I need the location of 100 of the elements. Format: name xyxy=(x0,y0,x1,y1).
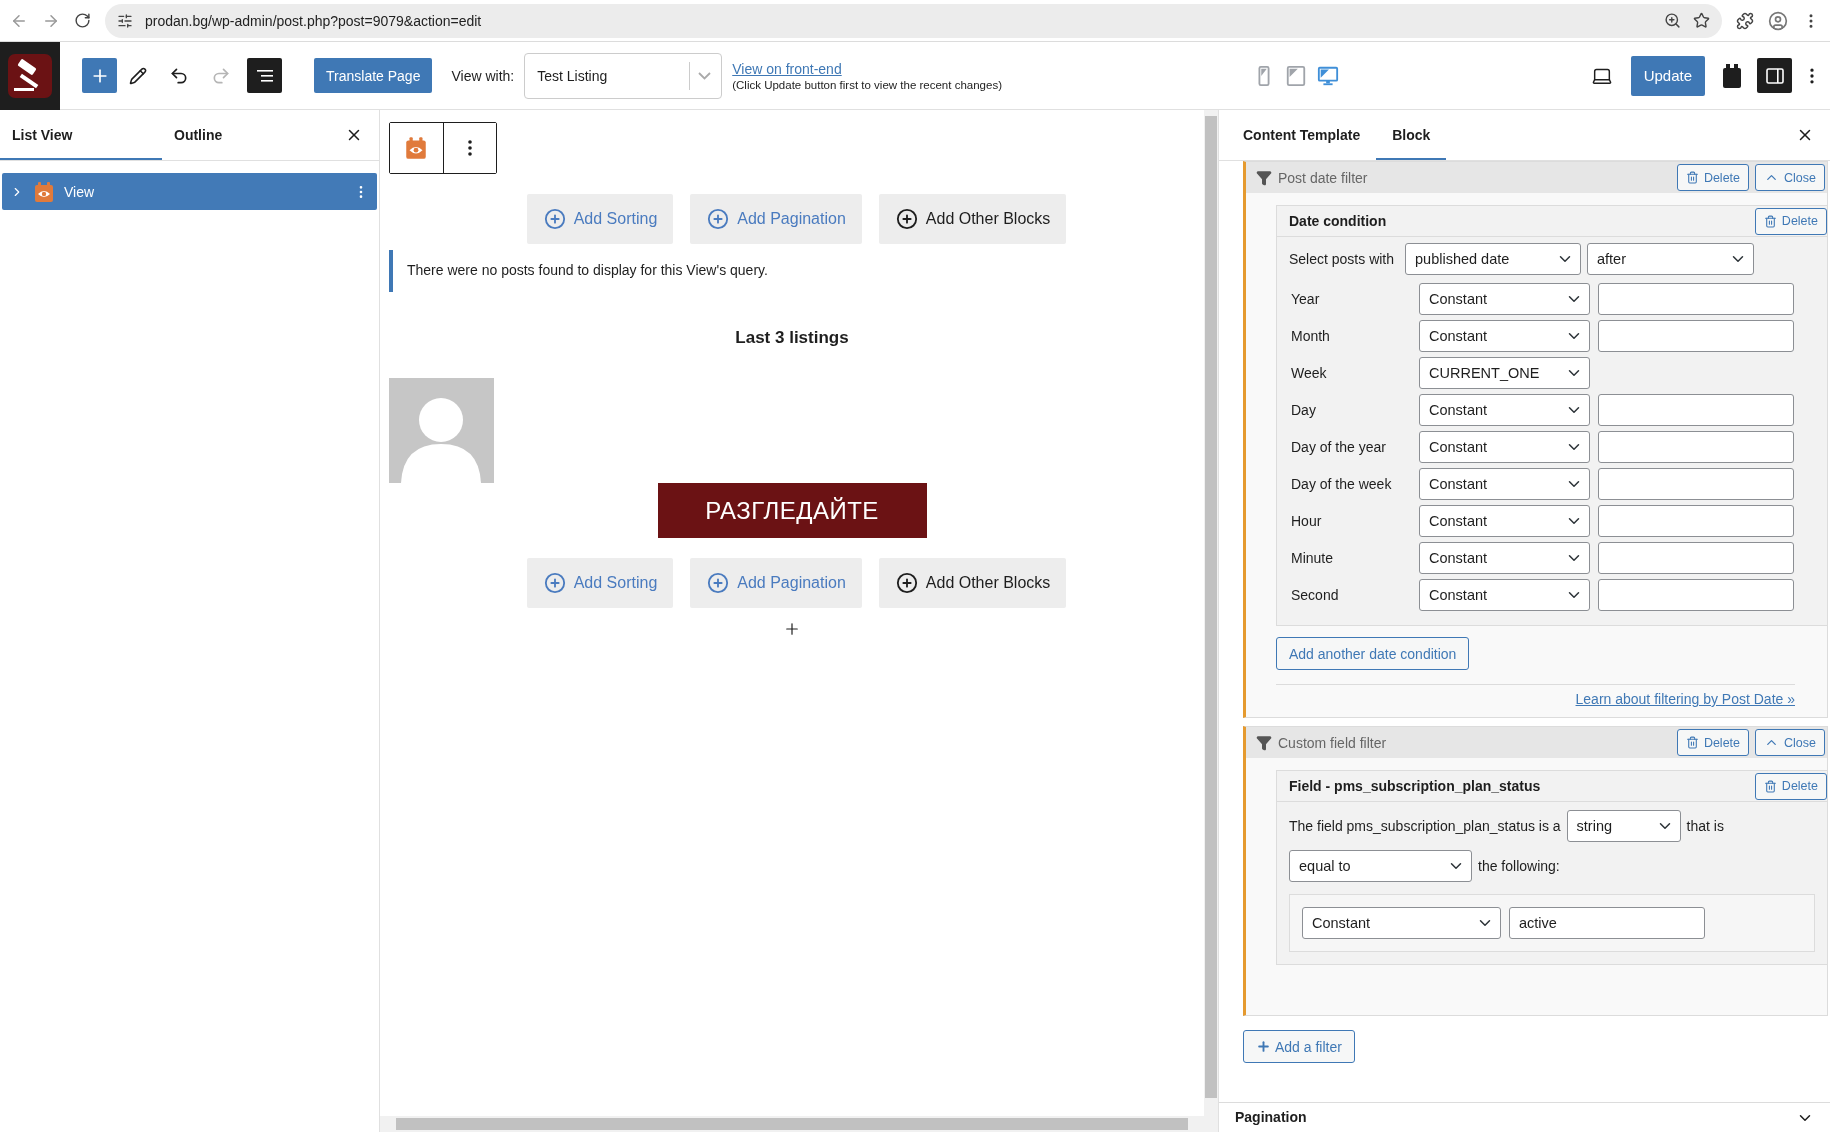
add-filter-button[interactable]: Add a filter xyxy=(1243,1030,1355,1063)
panel-tab[interactable]: List View xyxy=(0,110,162,160)
profile-icon[interactable] xyxy=(1768,10,1788,31)
list-item[interactable]: View xyxy=(2,173,377,210)
condition-title: Field - pms_subscription_plan_status xyxy=(1289,778,1541,794)
value-type-dropdown[interactable]: Constant xyxy=(1419,283,1590,315)
field-label: Select posts with xyxy=(1289,251,1396,267)
value-type-dropdown[interactable]: Constant xyxy=(1419,394,1590,426)
update-button[interactable]: Update xyxy=(1630,55,1705,96)
value-input[interactable] xyxy=(1598,431,1794,463)
date-type-dropdown[interactable]: published date xyxy=(1405,243,1581,275)
view-dropdown[interactable]: Test Listing xyxy=(524,52,723,99)
trash-icon xyxy=(1685,736,1699,749)
funnel-icon xyxy=(1256,734,1272,751)
add-block-button[interactable]: Add Other Blocks xyxy=(878,558,1067,608)
help-link[interactable]: Learn about filtering by Post Date » xyxy=(1575,691,1795,707)
panel-tab[interactable]: Content Template xyxy=(1227,110,1377,160)
value-input[interactable] xyxy=(1598,542,1794,574)
delete-button[interactable]: Delete xyxy=(1754,207,1827,235)
more-options-icon xyxy=(467,140,472,156)
value-type-dropdown[interactable]: Constant xyxy=(1419,431,1590,463)
value-input[interactable]: active xyxy=(1509,907,1705,939)
add-block-button[interactable]: Add Pagination xyxy=(690,194,862,244)
field-label: Day of the year xyxy=(1290,439,1387,455)
value-input[interactable] xyxy=(1598,283,1794,315)
type-dropdown[interactable]: string xyxy=(1566,810,1681,842)
panel-tab[interactable]: Block xyxy=(1376,110,1447,160)
value-input[interactable] xyxy=(1598,505,1794,537)
value-type-dropdown[interactable]: Constant xyxy=(1419,542,1590,574)
close-button[interactable]: Close xyxy=(1755,164,1825,191)
delete-button[interactable]: Delete xyxy=(1676,729,1750,756)
value-type-dropdown[interactable]: Constant xyxy=(1419,505,1590,537)
value-input[interactable] xyxy=(1598,579,1794,611)
undo-icon[interactable] xyxy=(169,65,189,86)
url-text: prodan.bg/wp-admin/post.php?post=9079&action=edit xyxy=(145,12,482,29)
pencil-icon[interactable] xyxy=(129,66,147,85)
condition-text: The field pms_subscription_plan_status is a xyxy=(1289,818,1561,834)
horizontal-scrollbar[interactable] xyxy=(380,1116,1218,1132)
circle-plus-icon xyxy=(895,572,918,594)
value-input[interactable] xyxy=(1598,394,1794,426)
circle-plus-icon xyxy=(895,208,918,230)
comparison-dropdown[interactable]: equal to xyxy=(1289,850,1472,882)
condition-title: Date condition xyxy=(1289,213,1387,229)
star-icon[interactable] xyxy=(1693,12,1710,29)
gavel-logo[interactable] xyxy=(8,53,52,98)
view-with-label: View with: xyxy=(451,67,515,84)
circle-plus-icon xyxy=(543,208,566,230)
value-input[interactable] xyxy=(1598,468,1794,500)
panel-tab[interactable]: Outline xyxy=(162,110,312,160)
vertical-scrollbar[interactable] xyxy=(1204,110,1218,1116)
trash-icon xyxy=(1763,214,1777,228)
field-label: Second xyxy=(1290,587,1340,603)
add-block-button[interactable]: Add Pagination xyxy=(690,558,862,608)
delete-button[interactable]: Delete xyxy=(1676,164,1750,191)
add-block-button[interactable]: Add Other Blocks xyxy=(878,194,1067,244)
value-type-dropdown[interactable]: Constant xyxy=(1419,579,1590,611)
field-label: Month xyxy=(1290,328,1331,344)
value-type-dropdown[interactable]: Constant xyxy=(1419,468,1590,500)
zoom-icon[interactable] xyxy=(1664,12,1681,29)
filter-title: Post date filter xyxy=(1278,169,1368,186)
desktop-preview-icon[interactable] xyxy=(1317,64,1340,87)
add-block-button[interactable]: Add Sorting xyxy=(526,194,674,244)
value-type-dropdown[interactable]: Constant xyxy=(1419,320,1590,352)
field-label: Minute xyxy=(1290,550,1335,566)
add-condition-button[interactable]: Add another date condition xyxy=(1276,637,1470,670)
value-input[interactable] xyxy=(1598,320,1794,352)
settings-sidebar-button[interactable] xyxy=(1757,58,1792,93)
field-label: Day of the week xyxy=(1290,476,1393,492)
trash-icon xyxy=(1685,171,1699,184)
circle-plus-icon xyxy=(707,208,730,230)
field-label: Day xyxy=(1290,402,1317,418)
add-block-button[interactable] xyxy=(82,58,117,93)
site-settings-icon[interactable] xyxy=(117,12,133,29)
plugin-icon[interactable] xyxy=(1721,62,1743,89)
close-button[interactable]: Close xyxy=(1755,729,1825,756)
tablet-preview-icon[interactable] xyxy=(1285,64,1308,87)
plus-icon xyxy=(1256,1039,1271,1054)
address-bar[interactable]: prodan.bg/wp-admin/post.php?post=9079&action=edit xyxy=(105,3,1722,38)
document-overview-button[interactable] xyxy=(247,58,282,93)
comparison-dropdown[interactable]: after xyxy=(1587,243,1754,275)
translate-button[interactable]: Translate Page xyxy=(314,58,433,93)
view-block-icon xyxy=(32,179,56,204)
circle-plus-icon xyxy=(707,572,730,594)
front-end-link[interactable]: View on front-end xyxy=(732,60,1002,77)
item-label: View xyxy=(64,183,95,200)
reload-icon[interactable] xyxy=(74,12,91,29)
filter-title: Custom field filter xyxy=(1278,734,1387,751)
trash-icon xyxy=(1763,779,1777,793)
value-type-dropdown[interactable]: CURRENT_ONE xyxy=(1419,357,1590,389)
browse-button[interactable]: РАЗГЛЕДАЙТЕ xyxy=(657,483,927,538)
add-block-icon[interactable] xyxy=(783,620,801,638)
field-label: Year xyxy=(1290,291,1321,307)
funnel-icon xyxy=(1256,169,1272,186)
puzzle-icon[interactable] xyxy=(1736,11,1754,30)
add-block-button[interactable]: Add Sorting xyxy=(526,558,674,608)
section-title[interactable]: Pagination xyxy=(1235,1109,1307,1125)
delete-button[interactable]: Delete xyxy=(1754,772,1827,800)
update-note: (Click Update button first to view the recent changes) xyxy=(732,78,1002,91)
value-type-dropdown[interactable]: Constant xyxy=(1302,907,1501,939)
block-options-button[interactable] xyxy=(442,123,496,173)
